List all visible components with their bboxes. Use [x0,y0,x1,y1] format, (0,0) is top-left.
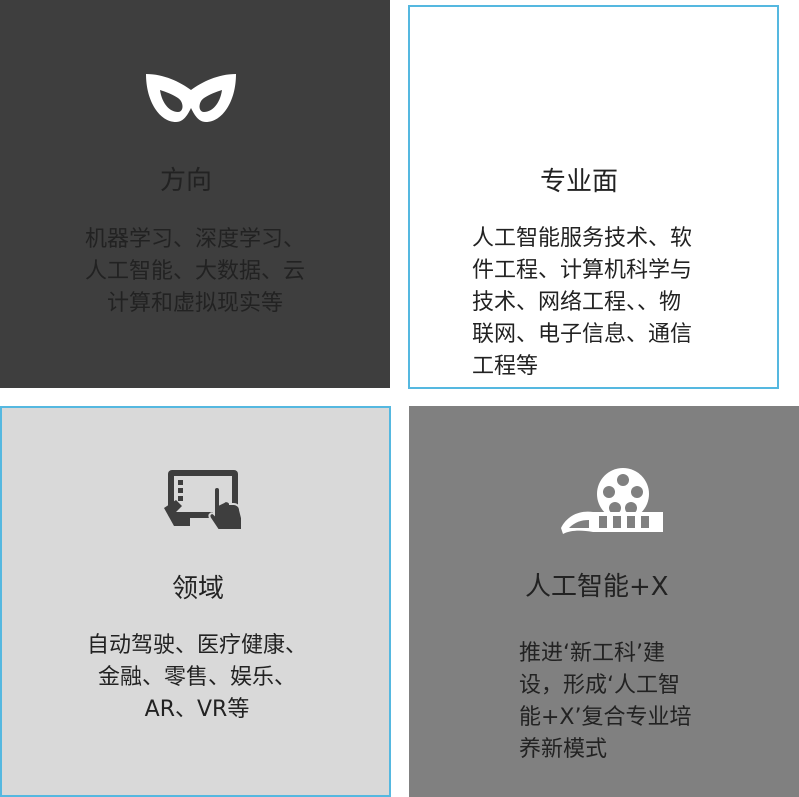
tablet-touch-icon [164,470,243,531]
panel-title: 方向 [160,166,213,196]
panel-text-line: 工程等 [472,354,539,379]
film-reel-icon [561,468,663,534]
panel-text: 人工智能服务技术、软 件工程、计算机科学与 技术、网络工程、、物 联网、电子信息… [472,223,732,383]
panel-text-line: 件工程、计算机科学与 [472,258,693,283]
panel-text-line: AR、VR等 [144,697,250,722]
panel-text-line: 人工智能、大数据、云 [84,259,305,284]
direction-panel: 方向 机器学习、深度学习、 人工智能、大数据、云 计算和虚拟现实等 [0,0,390,388]
panel-text: 自动驾驶、医疗健康、 金融、零售、娱乐、 AR、VR等 [57,630,337,726]
field-panel: 领域 自动驾驶、医疗健康、 金融、零售、娱乐、 AR、VR等 [0,406,391,797]
panel-text-line: 机器学习、深度学习、 [84,227,305,252]
panel-text: 机器学习、深度学习、 人工智能、大数据、云 计算和虚拟现实等 [60,224,330,320]
panel-text-line: 设，形成‘人工智 [519,673,680,698]
panel-text-line: 养新模式 [519,737,608,762]
panel-text-line: 人工智能服务技术、软 [472,226,693,251]
panel-title: 人工智能+X [525,572,669,602]
ai-plus-x-panel: 人工智能+X 推进‘新工科’建 设，形成‘人工智 能+X’复合专业培 养新模式 [409,406,799,797]
panel-text-line: 计算和虚拟现实等 [106,291,283,316]
major-panel: 专业面 人工智能服务技术、软 件工程、计算机科学与 技术、网络工程、、物 联网、… [408,5,779,389]
panel-title: 领域 [172,574,225,604]
panel-text-line: 联网、电子信息、通信 [472,322,693,347]
panel-text-line: 金融、零售、娱乐、 [97,665,296,690]
panel-text-line: 自动驾驶、医疗健康、 [86,633,307,658]
panel-title: 专业面 [540,167,619,197]
mask-icon [146,74,236,122]
panel-text-line: 技术、网络工程、、物 [472,290,682,315]
panel-text-line: 能+X’复合专业培 [519,705,692,730]
panel-text: 推进‘新工科’建 设，形成‘人工智 能+X’复合专业培 养新模式 [519,638,739,766]
panel-text-line: 推进‘新工科’建 [519,641,665,666]
